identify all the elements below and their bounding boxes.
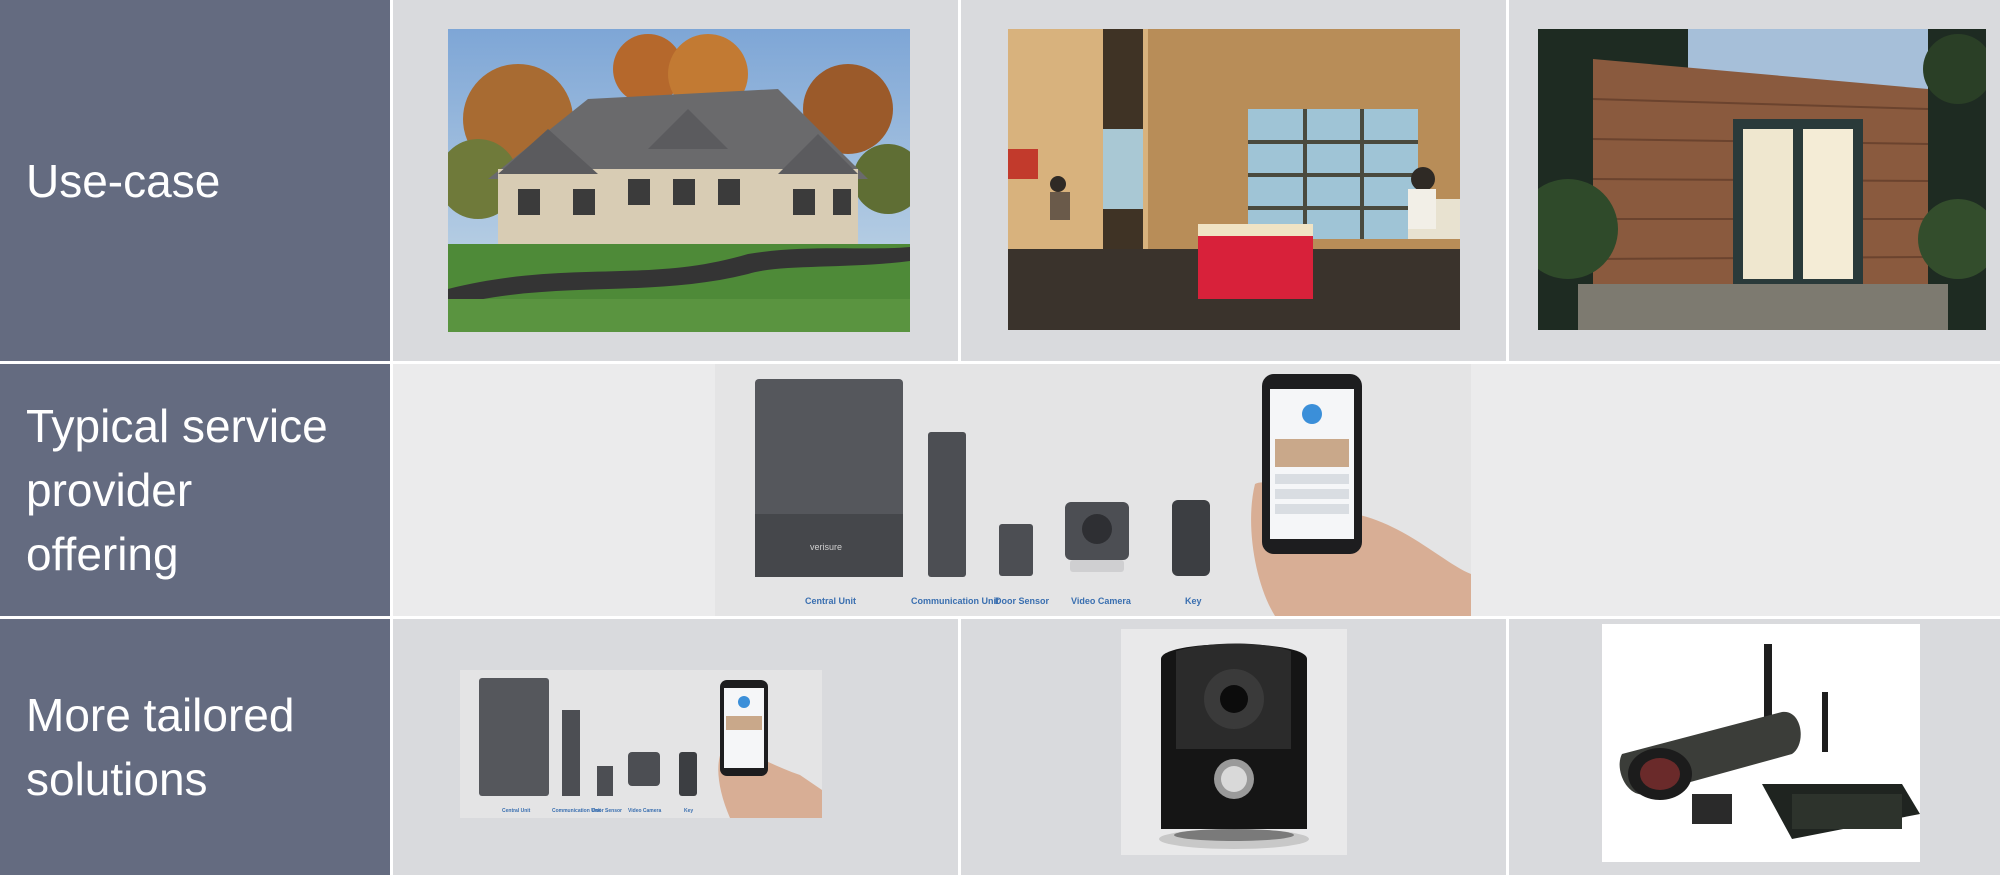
row-label-tailored-solutions: More tailored solutions	[0, 619, 390, 875]
mini-caption-door-sensor: Door Sensor	[592, 808, 622, 814]
caption-door-sensor: Door Sensor	[995, 596, 1050, 606]
use-case-cell-garden-office	[1509, 0, 2000, 361]
tailored-cell-wireless-camera	[1509, 619, 2000, 875]
small-product-lineup-photo: Central Unit Communication Unit Door Sen…	[460, 670, 822, 818]
garden-office-photo	[1538, 29, 1986, 330]
mini-caption-central-unit: Central Unit	[502, 808, 531, 814]
product-lineup-photo: verisure Central Unit Communication Unit…	[715, 364, 1471, 616]
mini-caption-key: Key	[684, 808, 693, 814]
communication-unit-device	[928, 432, 966, 577]
use-case-cell-house	[393, 0, 958, 361]
caption-communication-unit: Communication Unit	[911, 596, 999, 606]
door-sensor-device	[999, 524, 1033, 576]
tailored-cell-camera	[961, 619, 1506, 875]
caption-central-unit: Central Unit	[805, 596, 856, 606]
caption-video-camera: Video Camera	[1071, 596, 1132, 606]
row-label-text: Typical service provider offering	[26, 400, 328, 580]
indoor-camera-photo	[1121, 629, 1347, 855]
caption-key: Key	[1185, 596, 1202, 606]
comparison-table: Use-case Typical service provider offeri…	[0, 0, 2000, 875]
row-label-use-case: Use-case	[0, 0, 390, 361]
dorm-room-photo	[1008, 29, 1460, 330]
brand-mark: verisure	[810, 542, 842, 552]
row-label-service-provider: Typical service provider offering	[0, 364, 390, 616]
house-photo	[448, 29, 910, 332]
mini-caption-video-camera: Video Camera	[628, 808, 661, 814]
use-case-cell-dorm	[961, 0, 1506, 361]
row-label-text: More tailored solutions	[26, 689, 295, 805]
key-device	[1172, 500, 1210, 576]
tailored-cell-kit: Central Unit Communication Unit Door Sen…	[393, 619, 958, 875]
wireless-camera-photo	[1602, 624, 1920, 862]
row-label-text: Use-case	[26, 154, 221, 207]
service-provider-offering-cell: verisure Central Unit Communication Unit…	[393, 364, 2000, 616]
